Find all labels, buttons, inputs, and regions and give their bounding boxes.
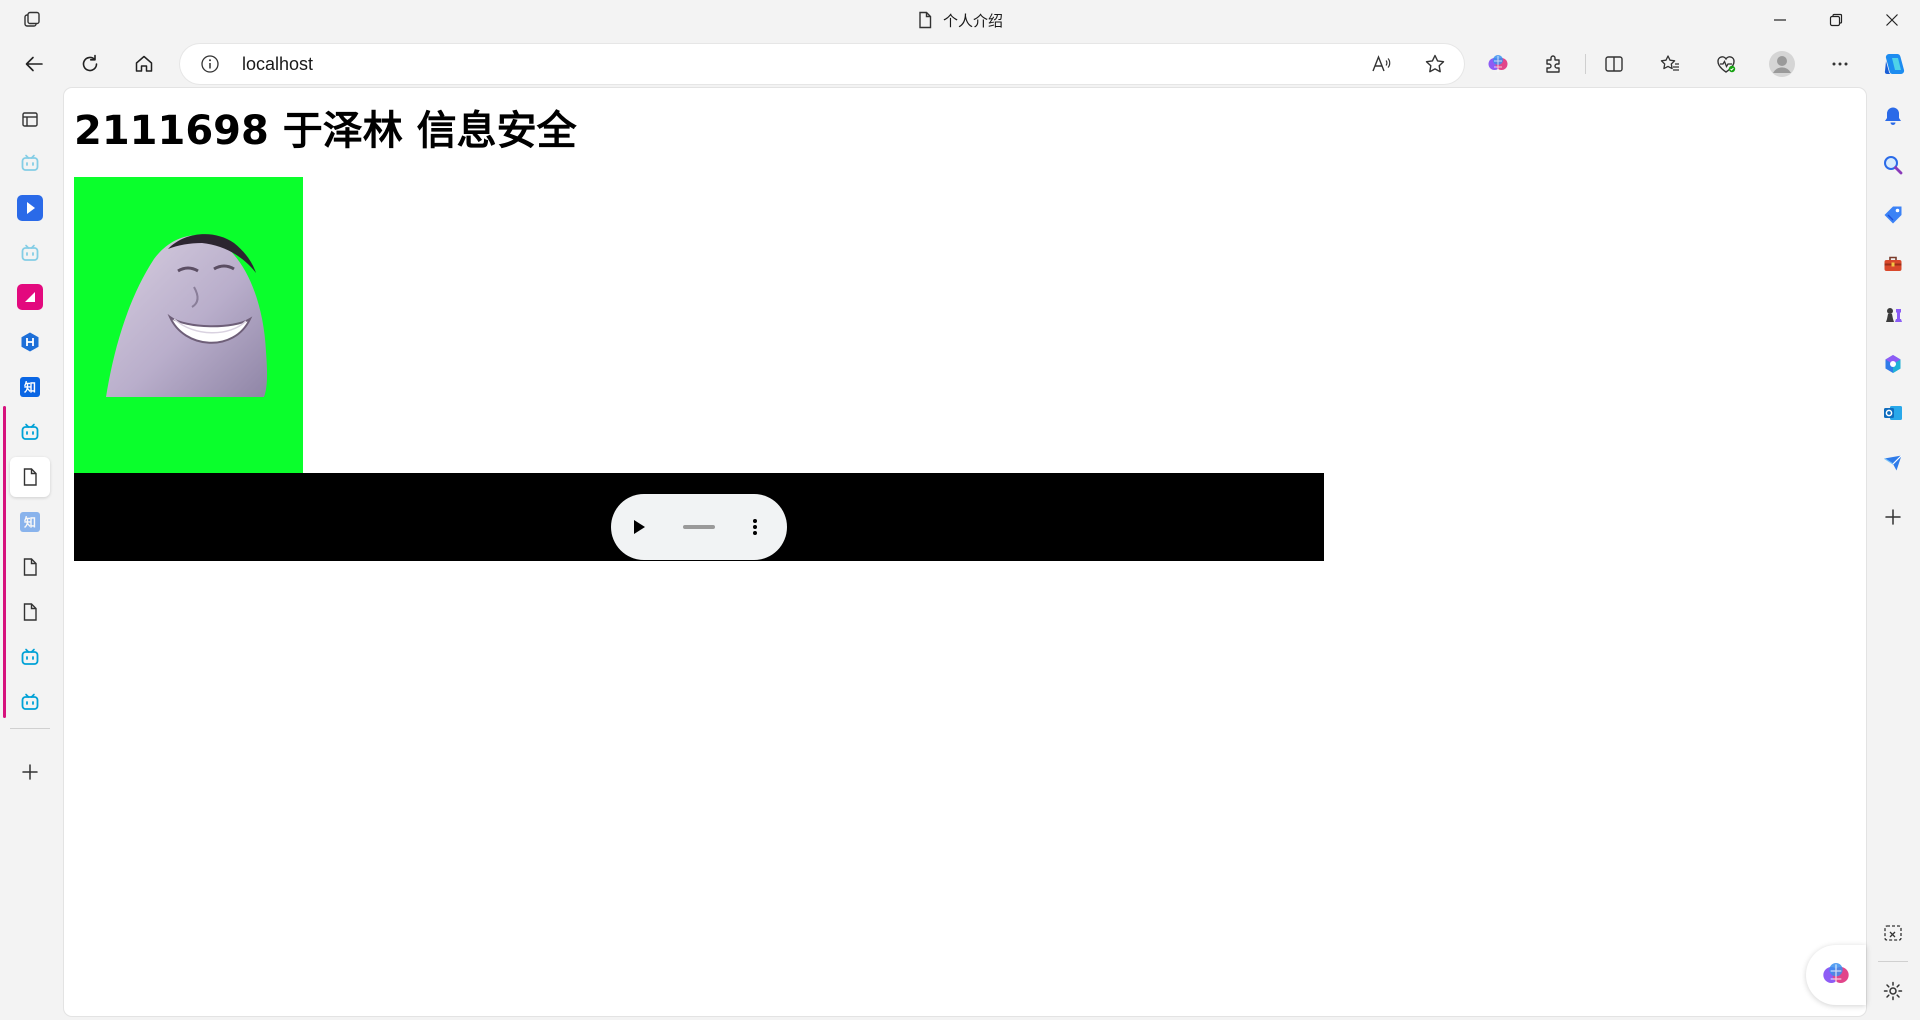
vertical-tab-zhihu-2[interactable]: 知: [10, 502, 50, 542]
page-icon: [917, 11, 933, 29]
h-app-icon: [19, 331, 41, 353]
minimize-button[interactable]: [1752, 0, 1808, 40]
vertical-tab-page-3[interactable]: [10, 592, 50, 632]
send-icon: [1882, 452, 1904, 474]
more-options-icon[interactable]: [1820, 44, 1860, 84]
audio-progress-track[interactable]: [683, 525, 715, 529]
copilot-icon[interactable]: [1874, 44, 1914, 84]
tab-group-indicator: [3, 406, 6, 718]
workspaces-icon[interactable]: [4, 0, 60, 40]
audio-more-options-icon[interactable]: [751, 517, 759, 537]
favorites-icon[interactable]: [1650, 44, 1690, 84]
title-bar: 个人介绍: [0, 0, 1920, 40]
vertical-tab-pink-app[interactable]: [10, 277, 50, 317]
page-heading: 2111698 于泽林 信息安全: [74, 108, 577, 154]
bilibili-icon: [20, 692, 40, 712]
zhihu-icon: 知: [19, 511, 41, 533]
vertical-tab-bilibili-1[interactable]: [10, 143, 50, 183]
vertical-tab-bilibili-4[interactable]: [10, 637, 50, 677]
new-tab-button[interactable]: [10, 752, 50, 792]
vertical-tab-video[interactable]: [10, 188, 50, 228]
refresh-button[interactable]: [70, 44, 110, 84]
add-icon: [20, 762, 40, 782]
window-title-text: 个人介绍: [942, 11, 1003, 30]
favorite-star-icon[interactable]: [1424, 53, 1446, 75]
search-sidebar-button[interactable]: [1873, 145, 1913, 185]
brain-extension-icon: [1820, 959, 1852, 991]
profile-image: [74, 177, 303, 473]
audio-controls[interactable]: [611, 494, 787, 560]
bilibili-icon: [20, 243, 40, 263]
back-button[interactable]: [14, 44, 54, 84]
close-button[interactable]: [1864, 0, 1920, 40]
restore-button[interactable]: [1808, 0, 1864, 40]
chess-icon: [1882, 303, 1904, 325]
tag-icon: [1882, 204, 1904, 226]
settings-icon: [1882, 980, 1904, 1002]
games-button[interactable]: [1873, 294, 1913, 334]
vertical-tab-bilibili-5[interactable]: [10, 682, 50, 722]
outlook-icon: [1882, 402, 1904, 424]
profile-avatar[interactable]: [1762, 44, 1802, 84]
bell-icon: [1882, 105, 1904, 127]
read-aloud-icon[interactable]: [1370, 53, 1392, 75]
notifications-button[interactable]: [1873, 96, 1913, 136]
bilibili-icon: [20, 647, 40, 667]
home-button[interactable]: [124, 44, 164, 84]
bilibili-icon: [20, 153, 40, 173]
sidebar-divider: [10, 728, 50, 729]
page-icon: [21, 602, 39, 622]
url-text[interactable]: localhost: [242, 44, 313, 84]
add-sidebar-app-button[interactable]: [1873, 497, 1913, 537]
vertical-tab-page-2[interactable]: [10, 547, 50, 587]
vertical-tab-active-page[interactable]: [10, 457, 50, 497]
vertical-tab-h-app[interactable]: [10, 322, 50, 362]
address-bar[interactable]: localhost: [180, 44, 1464, 84]
svg-text:知: 知: [23, 515, 36, 530]
microsoft-365-button[interactable]: [1873, 344, 1913, 384]
extensions-icon[interactable]: [1534, 44, 1574, 84]
copilot-365-icon: [1882, 353, 1904, 375]
vertical-tab-bilibili-3[interactable]: [10, 412, 50, 452]
site-info-icon[interactable]: [200, 54, 220, 74]
page-icon: [21, 467, 39, 487]
window-title: 个人介绍: [0, 0, 1920, 40]
vertical-tab-zhihu-1[interactable]: 知: [10, 367, 50, 407]
screenshot-icon: [1882, 923, 1904, 945]
add-icon: [1883, 507, 1903, 527]
audio-element[interactable]: [74, 473, 1324, 561]
drop-button[interactable]: [1873, 443, 1913, 483]
search-icon: [1882, 154, 1904, 176]
screenshot-button[interactable]: [1873, 914, 1913, 954]
outlook-button[interactable]: [1873, 393, 1913, 433]
sidebar-divider: [1878, 961, 1908, 962]
bilibili-icon: [20, 422, 40, 442]
workspaces-icon: [20, 109, 40, 129]
svg-text:知: 知: [23, 380, 36, 395]
video-app-icon: [16, 194, 44, 222]
play-button[interactable]: [629, 517, 649, 537]
brain-extension-icon[interactable]: [1478, 44, 1518, 84]
tools-button[interactable]: [1873, 244, 1913, 284]
zhihu-icon: 知: [19, 376, 41, 398]
sidebar-settings-button[interactable]: [1873, 971, 1913, 1011]
right-sidebar: [1866, 88, 1920, 1020]
shopping-button[interactable]: [1873, 195, 1913, 235]
toolbox-icon: [1882, 253, 1904, 275]
vertical-tab-bilibili-2[interactable]: [10, 233, 50, 273]
toolbar-divider: [1585, 54, 1586, 74]
browser-essentials-icon[interactable]: [1706, 44, 1746, 84]
page-icon: [21, 557, 39, 577]
left-sidebar: 知 知: [0, 88, 60, 1020]
page-viewport: 2111698 于泽林 信息安全: [64, 88, 1866, 1016]
pink-app-icon: [16, 283, 44, 311]
split-screen-icon[interactable]: [1594, 44, 1634, 84]
floating-copilot-button[interactable]: [1806, 945, 1866, 1005]
tab-actions-button[interactable]: [10, 99, 50, 139]
